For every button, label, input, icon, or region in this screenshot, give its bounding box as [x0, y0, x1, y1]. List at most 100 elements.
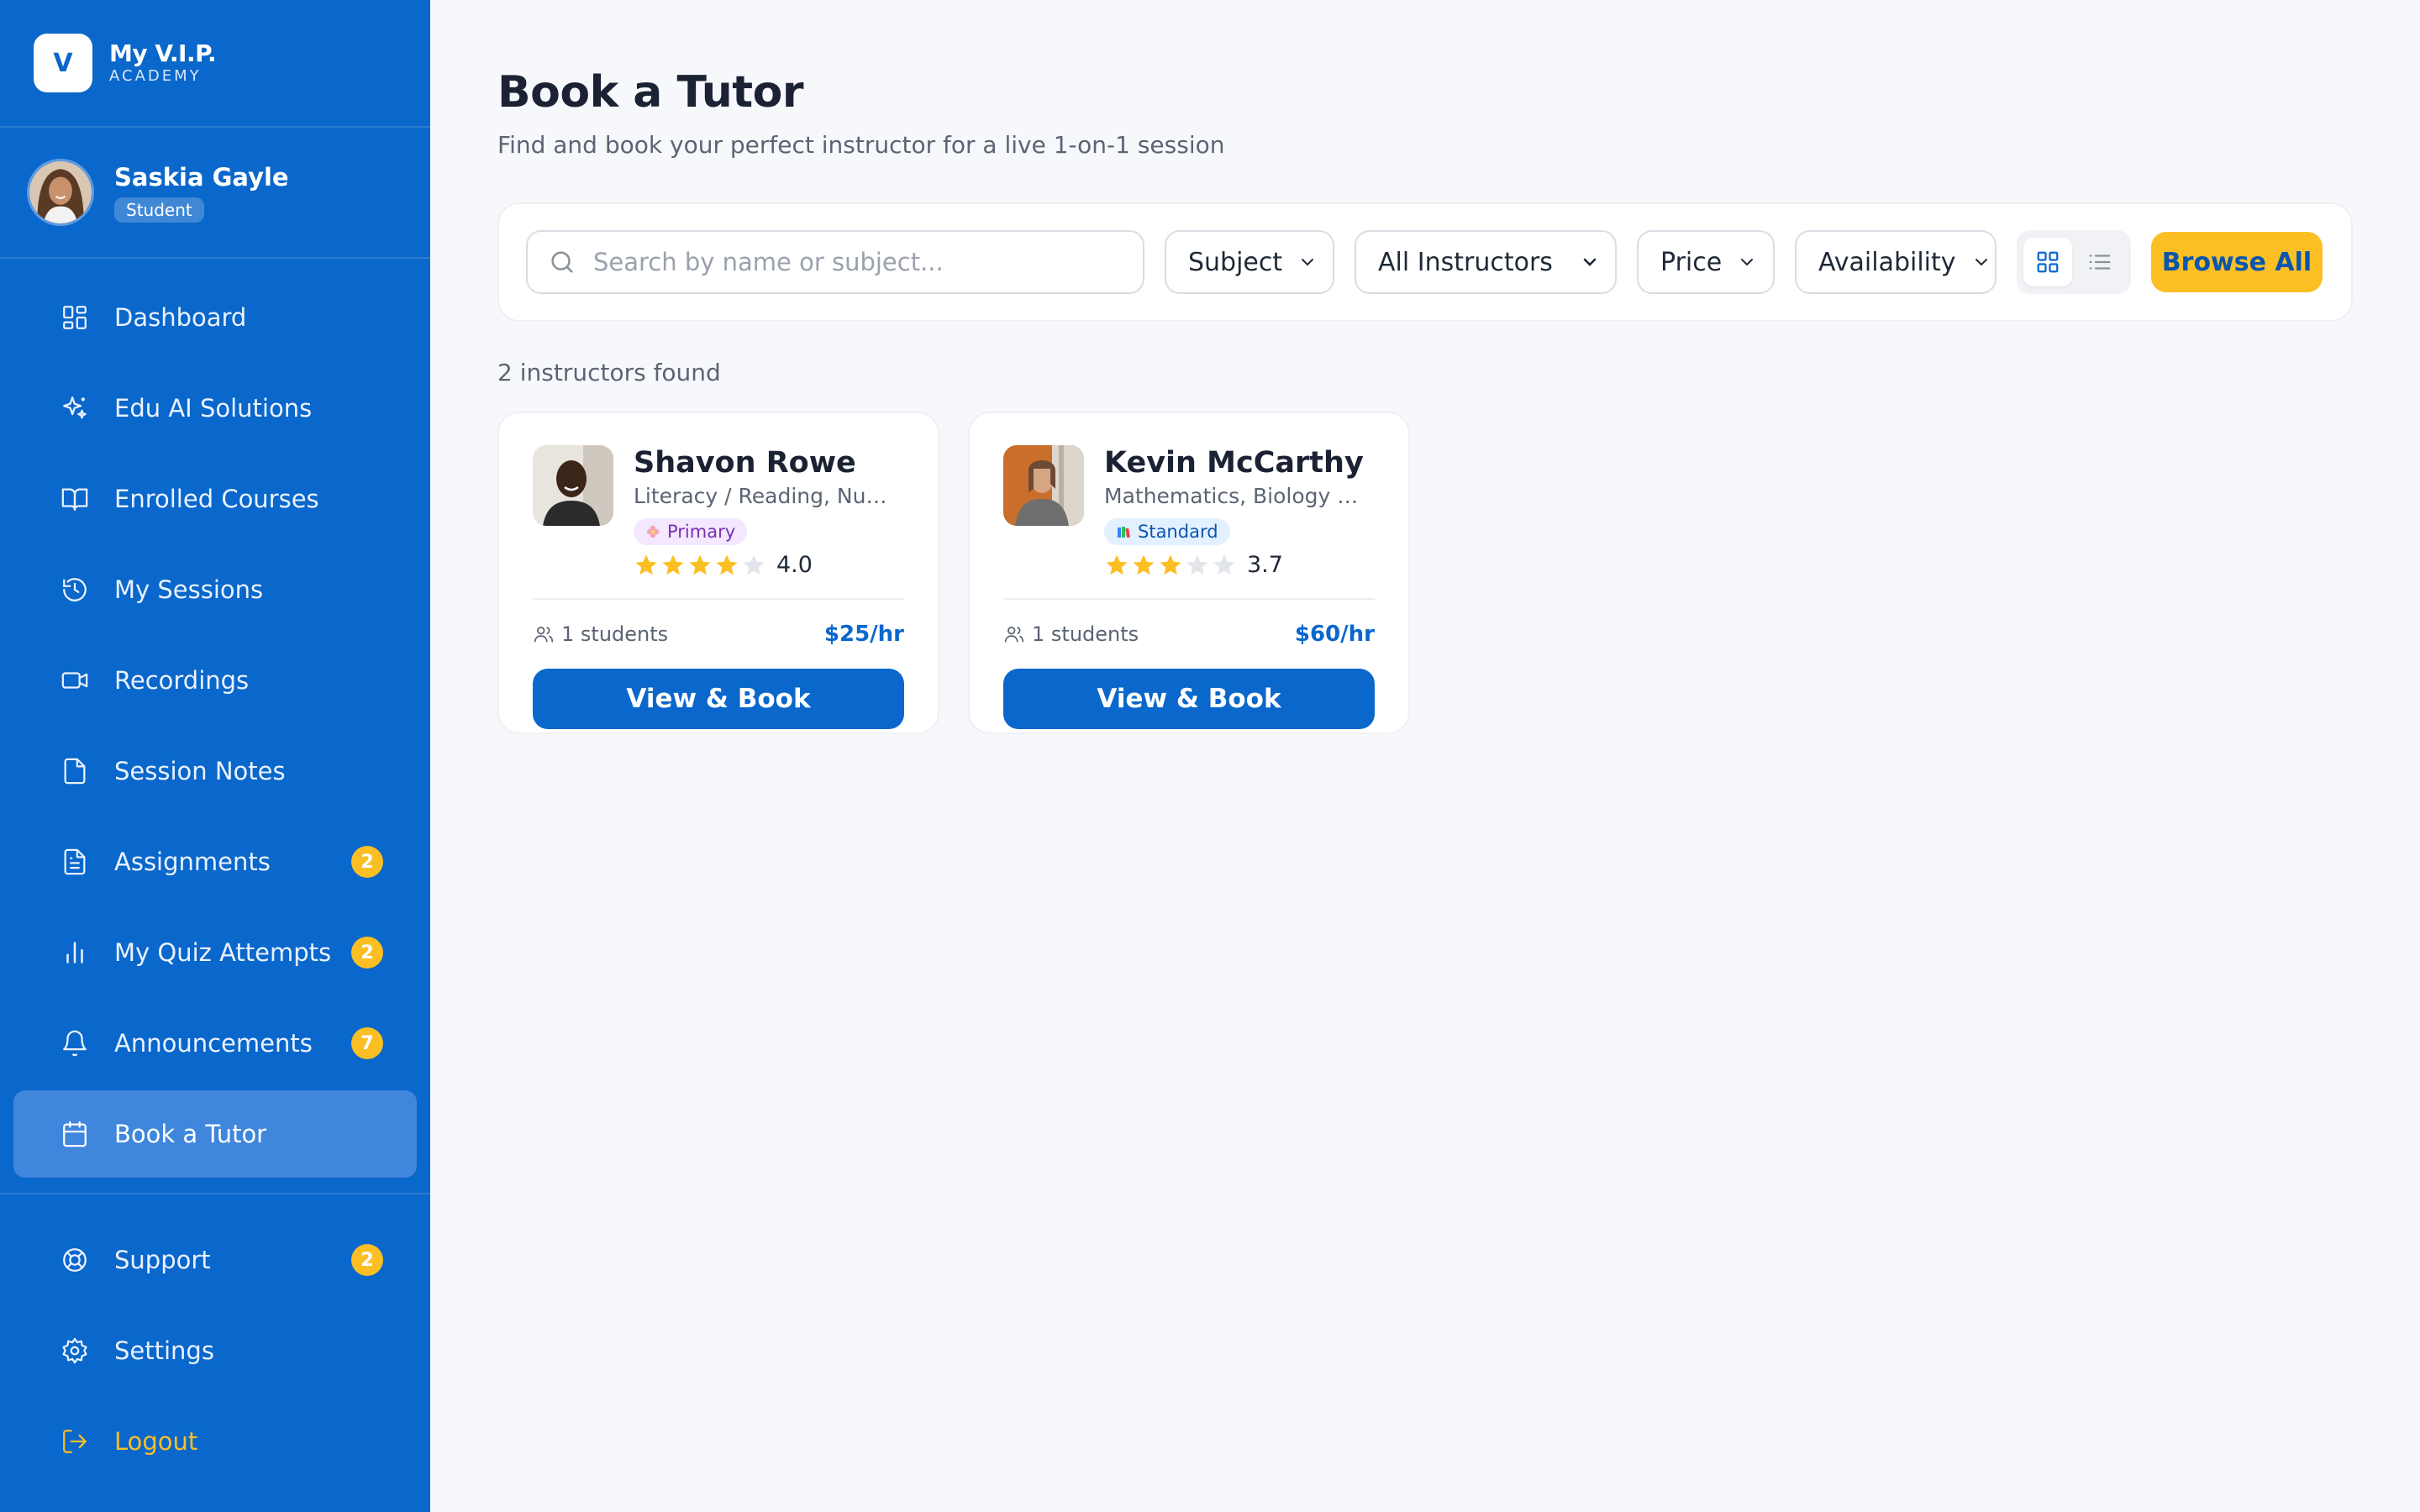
sidebar-item-logout[interactable]: Logout [13, 1398, 417, 1485]
users-icon [1003, 623, 1032, 645]
level-badge: Standard [1104, 518, 1230, 545]
chevron-down-icon [1282, 252, 1318, 272]
view-book-button[interactable]: View & Book [533, 669, 904, 729]
sidebar-item-session-notes[interactable]: Session Notes [13, 727, 417, 815]
search-input[interactable] [592, 247, 1116, 277]
brand-name: My V.I.P. [109, 39, 217, 67]
bell-icon [60, 1029, 89, 1058]
students-label: 1 students [561, 622, 669, 646]
video-icon [60, 666, 89, 695]
star-filled-icon [1106, 554, 1128, 575]
students-count: 1 students [1003, 622, 1139, 646]
brand[interactable]: V My V.I.P. ACADEMY [0, 0, 430, 128]
file-text-icon [60, 848, 89, 876]
sidebar-item-label: Edu AI Solutions [114, 394, 313, 423]
rating-value: 3.7 [1247, 552, 1283, 578]
sidebar-item-enrolled-courses[interactable]: Enrolled Courses [13, 455, 417, 543]
star-filled-icon [635, 554, 657, 575]
sidebar-item-edu-ai-solutions[interactable]: Edu AI Solutions [13, 365, 417, 452]
nav-divider [0, 1193, 430, 1194]
level-label: Standard [1138, 522, 1218, 542]
instructor-name[interactable]: Kevin McCarthy [1104, 445, 1373, 480]
sidebar-item-label: Recordings [114, 666, 250, 695]
sidebar-item-label: Settings [114, 1336, 214, 1365]
avatar [27, 159, 94, 226]
instructor-subjects: Mathematics, Biology +10 [1104, 484, 1373, 508]
brand-subtitle: ACADEMY [109, 67, 202, 85]
count-badge: 2 [351, 846, 383, 878]
page-title: Book a Tutor [497, 67, 803, 118]
history-icon [60, 575, 89, 604]
page-subtitle: Find and book your perfect instructor fo… [497, 131, 1225, 159]
users-icon [533, 623, 561, 645]
user-profile[interactable]: Saskia Gayle Student [0, 128, 430, 259]
book-open-icon [60, 485, 89, 513]
students-label: 1 students [1032, 622, 1139, 646]
students-count: 1 students [533, 622, 668, 646]
star-filled-icon [689, 554, 711, 575]
instructor-photo [533, 445, 613, 526]
instructor-grid: Shavon Rowe Literacy / Reading, Numeracy… [497, 412, 2353, 734]
role-badge: Student [114, 197, 204, 223]
count-badge: 2 [351, 937, 383, 969]
flower-icon [645, 524, 660, 539]
search-icon [548, 248, 576, 276]
browse-all-button[interactable]: Browse All [2151, 232, 2323, 292]
count-badge: 7 [351, 1027, 383, 1059]
sidebar-nav: Dashboard Edu AI Solutions Enrolled Cour… [0, 259, 430, 1512]
instructor-photo [1003, 445, 1084, 526]
subject-dropdown[interactable]: Subject [1165, 230, 1334, 294]
instructor-card: Shavon Rowe Literacy / Reading, Numeracy… [497, 412, 939, 734]
bar-chart-icon [60, 938, 89, 967]
view-toggle [2017, 230, 2131, 294]
search-box[interactable] [526, 230, 1144, 294]
instructor-name[interactable]: Shavon Rowe [634, 445, 902, 480]
sidebar-item-book-a-tutor[interactable]: Book a Tutor [13, 1090, 417, 1178]
grid-icon [60, 303, 89, 332]
calendar-icon [60, 1120, 89, 1148]
sidebar-item-label: My Quiz Attempts [114, 938, 332, 967]
availability-dropdown-label: Availability [1818, 247, 1956, 277]
list-icon [2087, 249, 2112, 275]
sidebar-item-my-quiz-attempts[interactable]: My Quiz Attempts 2 [13, 909, 417, 996]
sidebar-item-recordings[interactable]: Recordings [13, 637, 417, 724]
sidebar-item-dashboard[interactable]: Dashboard [13, 274, 417, 361]
star-filled-icon [1133, 554, 1155, 575]
hourly-rate: $25/hr [823, 622, 904, 647]
availability-dropdown[interactable]: Availability [1795, 230, 1996, 294]
sidebar-item-my-sessions[interactable]: My Sessions [13, 546, 417, 633]
star-empty-icon [1213, 554, 1235, 575]
instructors-select[interactable]: All Instructors [1355, 230, 1617, 294]
subject-dropdown-label: Subject [1188, 247, 1283, 277]
price-dropdown[interactable]: Price [1637, 230, 1775, 294]
sidebar-item-label: Session Notes [114, 757, 286, 785]
instructors-select-value: All Instructors [1378, 247, 1553, 277]
star-rating: 4.0 [634, 552, 902, 578]
star-filled-icon [1160, 554, 1181, 575]
list-view-button[interactable] [2075, 238, 2124, 286]
star-empty-icon [1186, 554, 1208, 575]
sidebar-item-announcements[interactable]: Announcements 7 [13, 1000, 417, 1087]
view-book-button[interactable]: View & Book [1003, 669, 1375, 729]
life-buoy-icon [60, 1246, 89, 1274]
sidebar: V My V.I.P. ACADEMY Saskia Gayle Student [0, 0, 430, 1512]
sidebar-item-label: Support [114, 1246, 211, 1274]
main-content: Book a Tutor Find and book your perfect … [430, 0, 2420, 1512]
sidebar-item-label: Announcements [114, 1029, 313, 1058]
count-badge: 2 [351, 1244, 383, 1276]
grid-view-button[interactable] [2023, 238, 2072, 286]
sidebar-item-settings[interactable]: Settings [13, 1307, 417, 1394]
user-name: Saskia Gayle [114, 163, 289, 192]
sidebar-item-label: Enrolled Courses [114, 485, 319, 513]
sparkles-icon [60, 394, 89, 423]
chevron-down-icon [1956, 252, 1991, 272]
results-count: 2 instructors found [497, 359, 721, 386]
grid-icon [2035, 249, 2060, 275]
sidebar-item-label: Book a Tutor [114, 1120, 267, 1148]
filter-toolbar: Subject All Instructors Price Availabili… [497, 202, 2353, 322]
gear-icon [60, 1336, 89, 1365]
sidebar-item-label: My Sessions [114, 575, 264, 604]
brand-logo: V [34, 34, 92, 92]
sidebar-item-assignments[interactable]: Assignments 2 [13, 818, 417, 906]
sidebar-item-support[interactable]: Support 2 [13, 1216, 417, 1304]
